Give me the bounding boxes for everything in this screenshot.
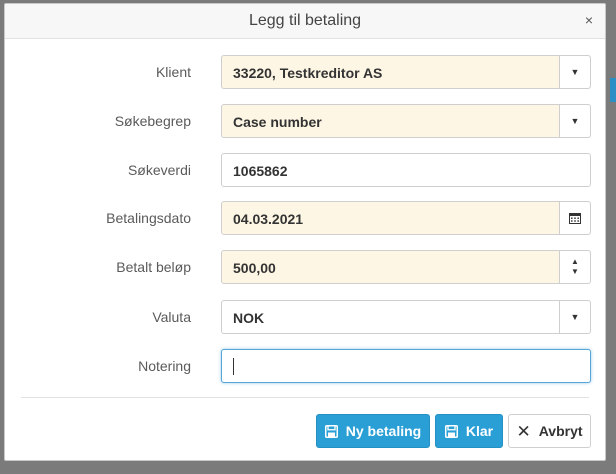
close-icon[interactable]: × — [585, 12, 593, 28]
save-icon — [444, 424, 458, 438]
payment-date-value: 04.03.2021 — [233, 211, 304, 227]
note-label: Notering — [138, 358, 191, 374]
currency-select[interactable]: NOK ▼ — [221, 300, 591, 334]
note-input[interactable] — [221, 349, 591, 383]
client-row: Klient 33220, Testkreditor AS ▼ — [5, 55, 607, 89]
background-page-element — [610, 78, 616, 102]
cancel-label: Avbryt — [538, 423, 583, 439]
paid-amount-input[interactable]: 500,00 ▲ ▼ — [221, 250, 591, 284]
currency-row: Valuta NOK ▼ — [5, 300, 607, 334]
search-value-text: 1065862 — [233, 163, 288, 179]
note-row: Notering — [5, 349, 607, 383]
search-term-value: Case number — [233, 114, 322, 130]
client-label: Klient — [155, 64, 191, 80]
spinner-arrows-icon[interactable]: ▲ ▼ — [559, 251, 590, 283]
done-button[interactable]: Klar — [435, 414, 503, 448]
search-term-label: Søkebegrep — [114, 113, 191, 129]
done-label: Klar — [465, 423, 494, 439]
footer-divider — [21, 397, 589, 398]
chevron-down-icon[interactable]: ▼ — [559, 105, 590, 137]
dialog-header: Legg til betaling × — [5, 4, 605, 39]
paid-amount-row: Betalt beløp 500,00 ▲ ▼ — [5, 250, 607, 284]
new-payment-label: Ny betaling — [345, 423, 422, 439]
text-caret — [233, 358, 234, 375]
paid-amount-label: Betalt beløp — [116, 259, 191, 275]
search-value-label: Søkeverdi — [127, 162, 191, 178]
client-value: 33220, Testkreditor AS — [233, 65, 383, 81]
calendar-icon[interactable] — [559, 202, 590, 234]
chevron-down-icon[interactable]: ▼ — [559, 56, 590, 88]
x-icon: ✕ — [516, 421, 531, 441]
new-payment-button[interactable]: Ny betaling — [316, 414, 430, 448]
payment-date-input[interactable]: 04.03.2021 — [221, 201, 591, 235]
spin-up-icon[interactable]: ▲ — [571, 257, 579, 267]
paid-amount-value: 500,00 — [233, 260, 276, 276]
currency-label: Valuta — [152, 309, 191, 325]
add-payment-dialog: Legg til betaling × Klient 33220, Testkr… — [4, 3, 606, 461]
currency-value: NOK — [233, 310, 265, 326]
search-term-row: Søkebegrep Case number ▼ — [5, 104, 607, 138]
cancel-button[interactable]: ✕ Avbryt — [508, 414, 591, 448]
payment-date-row: Betalingsdato 04.03.2021 — [5, 201, 607, 235]
search-term-select[interactable]: Case number ▼ — [221, 104, 591, 138]
save-icon — [324, 424, 338, 438]
client-select[interactable]: 33220, Testkreditor AS ▼ — [221, 55, 591, 89]
payment-date-label: Betalingsdato — [106, 210, 191, 226]
search-value-row: Søkeverdi 1065862 — [5, 153, 607, 187]
dialog-title: Legg til betaling — [248, 12, 362, 29]
chevron-down-icon[interactable]: ▼ — [559, 301, 590, 333]
search-value-input[interactable]: 1065862 — [221, 153, 591, 187]
spin-down-icon[interactable]: ▼ — [571, 267, 579, 277]
